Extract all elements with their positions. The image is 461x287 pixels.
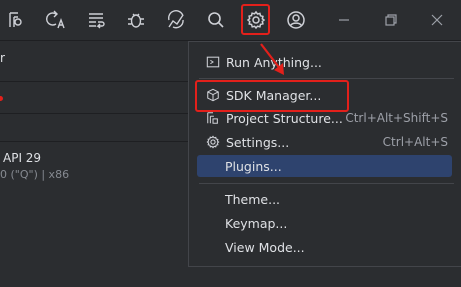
divider xyxy=(0,141,190,142)
panel-fragment-text: r xyxy=(0,51,5,65)
translate-icon[interactable] xyxy=(44,8,68,32)
account-icon[interactable] xyxy=(284,8,308,32)
annotation-arrow-icon xyxy=(260,43,284,75)
divider xyxy=(0,81,190,82)
project-structure-icon xyxy=(205,110,221,126)
divider xyxy=(0,113,190,114)
settings-dropdown-menu: Run Anything... SDK Manager... Project S… xyxy=(188,41,461,267)
restore-icon[interactable] xyxy=(383,12,399,28)
device-api-label: API 29 xyxy=(3,151,42,165)
project-structure-icon[interactable] xyxy=(5,8,29,32)
device-panel: r API 29 0 ("Q") | x86 xyxy=(0,41,190,287)
debug-bug-icon[interactable] xyxy=(124,8,148,32)
status-dot xyxy=(0,96,3,101)
text-format-icon[interactable] xyxy=(84,8,108,32)
menu-item-keymap[interactable]: Keymap... xyxy=(197,212,452,234)
sdk-manager-highlight-box xyxy=(195,80,349,112)
menu-item-theme[interactable]: Theme... xyxy=(197,188,452,210)
menu-separator xyxy=(199,183,454,184)
menu-separator xyxy=(199,78,454,79)
run-anything-icon xyxy=(205,54,221,70)
menu-item-settings[interactable]: Settings... Ctrl+Alt+S xyxy=(197,131,452,153)
device-api-subtitle: 0 ("Q") | x86 xyxy=(0,168,70,181)
graph-icon[interactable] xyxy=(164,8,188,32)
search-icon[interactable] xyxy=(204,8,228,32)
menu-item-run-anything[interactable]: Run Anything... xyxy=(197,51,452,73)
menu-item-plugins[interactable]: Plugins... xyxy=(197,155,452,177)
settings-gear-icon xyxy=(205,134,221,150)
minimize-icon[interactable] xyxy=(336,12,352,28)
settings-highlight-box xyxy=(241,4,270,35)
menu-item-view-mode[interactable]: View Mode... xyxy=(197,236,452,258)
close-icon[interactable] xyxy=(429,12,445,28)
main-toolbar xyxy=(0,0,461,41)
